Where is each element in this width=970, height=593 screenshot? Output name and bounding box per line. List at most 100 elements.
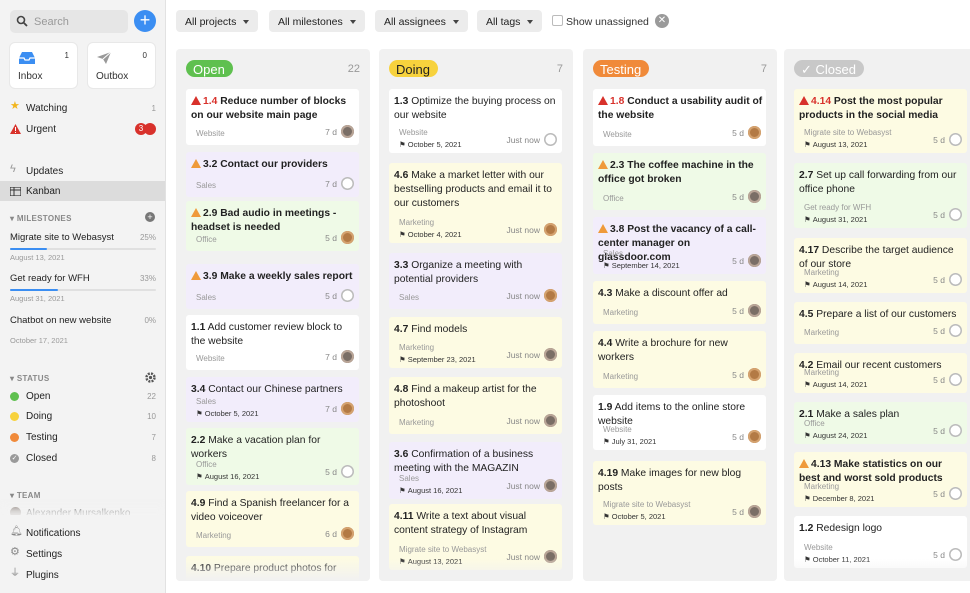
status-item-doing[interactable]: Doing 10	[0, 406, 165, 426]
avatar[interactable]	[341, 350, 354, 363]
milestone-tag[interactable]: Sales	[196, 181, 216, 190]
status-item-testing[interactable]: Testing 7	[0, 427, 165, 447]
task-card[interactable]: 3.3 Organize a meeting with potential pr…	[389, 253, 562, 309]
unassigned-avatar-icon[interactable]	[949, 487, 962, 500]
avatar[interactable]	[544, 479, 557, 492]
milestone-tag[interactable]: Marketing	[804, 268, 839, 277]
task-card[interactable]: 4.8 Find a makeup artist for the photosh…	[389, 377, 562, 434]
task-card[interactable]: 3.2 Contact our providers Sales 7 d	[186, 152, 359, 197]
milestone-tag[interactable]: Marketing	[804, 368, 839, 377]
sidebar-item-kanban[interactable]: Kanban	[0, 181, 165, 201]
milestone-tag[interactable]: Migrate site to Webasyst	[399, 545, 486, 554]
sidebar-item-plugins[interactable]: ⏚ Plugins	[0, 565, 165, 585]
avatar[interactable]	[748, 505, 761, 518]
avatar[interactable]	[748, 190, 761, 203]
task-card[interactable]: 4.5 Prepare a list of our customers Marke…	[794, 302, 967, 344]
unassigned-avatar-icon[interactable]	[341, 177, 354, 190]
sidebar-item-notifications[interactable]: 🔔︎ Notifications	[0, 523, 165, 543]
sidebar-item-watching[interactable]: ★ Watching 1	[0, 98, 165, 118]
milestone-tag[interactable]: Marketing	[399, 218, 434, 227]
avatar[interactable]	[544, 223, 557, 236]
milestone-tag[interactable]: Marketing	[399, 343, 434, 352]
status-item-open[interactable]: Open 22	[0, 386, 165, 406]
unassigned-avatar-icon[interactable]	[949, 424, 962, 437]
milestone-tag[interactable]: Website	[399, 128, 428, 137]
task-card[interactable]: 4.14 Post the most popular products in t…	[794, 89, 967, 153]
projects-filter[interactable]: All projects	[176, 10, 259, 32]
milestone-tag[interactable]: Marketing	[603, 372, 638, 381]
sidebar-item-updates[interactable]: ϟ Updates	[0, 161, 165, 181]
milestone-item[interactable]: Migrate site to Webasyst 25% August 13, …	[10, 232, 156, 262]
avatar[interactable]	[341, 527, 354, 540]
milestone-tag[interactable]: Migrate site to Webasyst	[603, 500, 690, 509]
avatar[interactable]	[544, 348, 557, 361]
task-card[interactable]: 4.2 Email our recent customers Marketing ⚑…	[794, 353, 967, 393]
milestone-tag[interactable]: Website	[603, 425, 632, 434]
task-card[interactable]: 4.3 Make a discount offer ad Marketing 5 d	[593, 281, 766, 324]
task-card[interactable]: 3.6 Confirmation of a business meeting w…	[389, 442, 562, 499]
milestone-item[interactable]: Get ready for WFH 33% August 31, 2021	[10, 273, 156, 303]
unassigned-avatar-icon[interactable]	[949, 324, 962, 337]
milestone-tag[interactable]: Office	[196, 235, 217, 244]
unassigned-avatar-icon[interactable]	[341, 289, 354, 302]
avatar[interactable]	[544, 289, 557, 302]
task-card[interactable]: 3.9 Make a weekly sales report Sales 5 d	[186, 264, 359, 309]
task-card[interactable]: 4.7 Find models Marketing ⚑ September 23, 2…	[389, 317, 562, 368]
add-task-button[interactable]: +	[134, 10, 156, 32]
add-milestone-button[interactable]: +	[145, 212, 155, 222]
task-card[interactable]: 2.7 Set up call forwarding from our offi…	[794, 163, 967, 228]
task-card[interactable]: 1.8 Conduct a usability audit of the web…	[593, 89, 766, 146]
milestone-tag[interactable]: Website	[603, 130, 632, 139]
milestone-tag[interactable]: Sales	[603, 249, 623, 258]
milestone-tag[interactable]: Website	[804, 543, 833, 552]
milestone-tag[interactable]: Sales	[399, 474, 419, 483]
task-card[interactable]: 4.17 Describe the target audience of our…	[794, 238, 967, 293]
column-header[interactable]: Doing	[389, 60, 438, 77]
task-card[interactable]: 3.8 Post the vacancy of a call-center ma…	[593, 217, 766, 274]
milestone-tag[interactable]: Sales	[196, 397, 216, 406]
sidebar-item-urgent[interactable]: Urgent 3	[0, 119, 165, 139]
task-card[interactable]: 4.9 Find a Spanish freelancer for a vide…	[186, 491, 359, 547]
avatar[interactable]	[748, 304, 761, 317]
milestone-tag[interactable]: Office	[603, 194, 624, 203]
milestone-tag[interactable]: Sales	[196, 293, 216, 302]
milestones-filter[interactable]: All milestones	[269, 10, 365, 32]
search-input[interactable]: Search	[10, 10, 128, 33]
milestone-tag[interactable]: Sales	[399, 293, 419, 302]
unassigned-avatar-icon[interactable]	[544, 133, 557, 146]
task-card[interactable]: 1.4 Reduce number of blocks on our websi…	[186, 89, 359, 145]
milestone-tag[interactable]: Migrate site to Webasyst	[804, 128, 891, 137]
milestone-tag[interactable]: Marketing	[399, 418, 434, 427]
task-card[interactable]: 4.13 Make statistics on our best and wor…	[794, 452, 967, 507]
clear-filters-icon[interactable]: ✕	[655, 14, 669, 28]
avatar[interactable]	[748, 254, 761, 267]
unassigned-avatar-icon[interactable]	[949, 373, 962, 386]
assignees-filter[interactable]: All assignees	[375, 10, 468, 32]
avatar[interactable]	[748, 126, 761, 139]
task-card[interactable]: 2.9 Bad audio in meetings - headset is n…	[186, 201, 359, 251]
status-item-closed[interactable]: ✓ Closed 8	[0, 448, 165, 468]
task-card[interactable]: 1.9 Add items to the online store websit…	[593, 395, 766, 450]
column-header[interactable]: Testing	[593, 60, 650, 77]
unassigned-avatar-icon[interactable]	[949, 133, 962, 146]
task-card[interactable]: 2.2 Make a vacation plan for workers Offi…	[186, 428, 359, 485]
task-card[interactable]: 1.1 Add customer review block to the web…	[186, 315, 359, 370]
milestone-tag[interactable]: Marketing	[804, 482, 839, 491]
gear-icon[interactable]	[145, 372, 156, 383]
milestone-tag[interactable]: Website	[196, 354, 225, 363]
avatar[interactable]	[341, 402, 354, 415]
column-header[interactable]: Open	[186, 60, 233, 77]
unassigned-avatar-icon[interactable]	[341, 465, 354, 478]
milestone-tag[interactable]: Office	[804, 419, 825, 428]
task-card[interactable]: 1.3 Optimize the buying process on our w…	[389, 89, 562, 153]
unassigned-avatar-icon[interactable]	[949, 273, 962, 286]
outbox-button[interactable]: 0 Outbox	[88, 43, 155, 88]
milestone-tag[interactable]: Office	[196, 460, 217, 469]
avatar[interactable]	[544, 414, 557, 427]
tags-filter[interactable]: All tags	[477, 10, 543, 32]
sidebar-item-settings[interactable]: ⚙ Settings	[0, 544, 165, 564]
milestone-tag[interactable]: Marketing	[603, 308, 638, 317]
task-card[interactable]: 4.6 Make a market letter with our bestse…	[389, 163, 562, 243]
milestone-tag[interactable]: Get ready for WFH	[804, 203, 871, 212]
show-unassigned-checkbox[interactable]	[552, 15, 563, 26]
